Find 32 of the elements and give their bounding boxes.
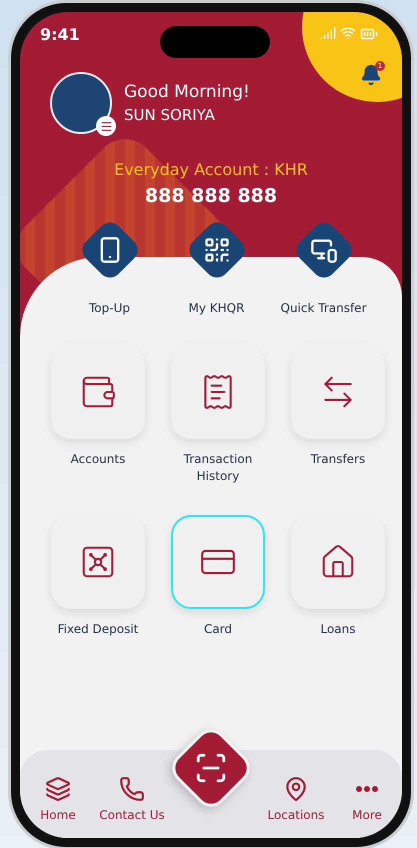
qr-code-icon: [202, 236, 230, 264]
service-tile[interactable]: [171, 515, 265, 609]
status-time: 9:41: [40, 24, 80, 44]
quick-action-label: Top-Up: [89, 301, 130, 315]
service-label: Loans: [320, 621, 356, 638]
service-label: Fixed Deposit: [58, 621, 138, 638]
quick-action-label: My KHQR: [188, 301, 244, 315]
wifi-icon: [340, 25, 356, 41]
nav-item[interactable]: Home: [30, 776, 86, 822]
account-label: Everyday Account : KHR: [114, 160, 308, 179]
service-tile[interactable]: [51, 515, 145, 609]
nav-item[interactable]: Locations: [254, 776, 338, 822]
bell-icon: [360, 64, 382, 86]
phone-icon: [119, 776, 145, 802]
menu-icon[interactable]: [96, 116, 116, 136]
service-label: Accounts: [70, 451, 126, 468]
account-balance: 888 888 888: [144, 185, 278, 207]
service-label: Transfers: [310, 451, 366, 468]
nav-item[interactable]: Contact Us: [86, 776, 178, 822]
quick-action-label: Quick Transfer: [280, 301, 366, 315]
service-label: Transaction History: [182, 451, 254, 485]
service-label: Card: [204, 621, 232, 638]
more-icon: [356, 786, 378, 792]
service-tile[interactable]: [51, 345, 145, 439]
nav-item[interactable]: More: [338, 776, 396, 822]
scan-icon: [194, 751, 228, 785]
signal-icon: [320, 25, 336, 41]
service-tile[interactable]: [291, 345, 385, 439]
user-name: SUN SORIYA: [124, 106, 216, 124]
service-tile[interactable]: [171, 345, 265, 439]
greeting: Good Morning!: [124, 82, 251, 102]
service-tile[interactable]: [291, 515, 385, 609]
